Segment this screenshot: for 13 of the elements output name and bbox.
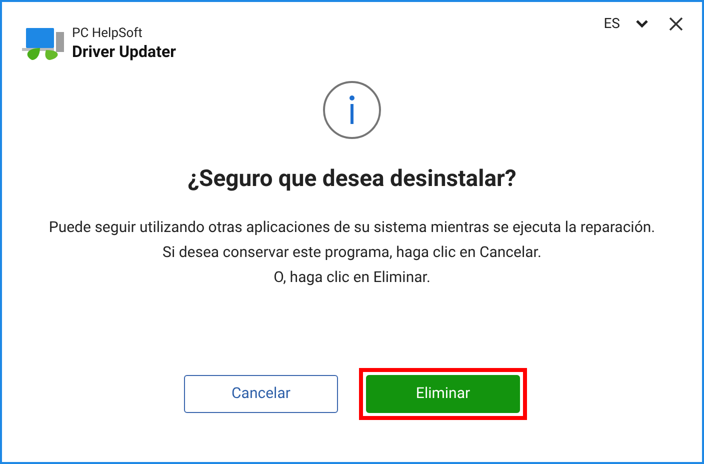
message-text: Si desea conservar este programa, haga clic en Cancelar. — [162, 242, 542, 262]
computer-leaf-icon — [20, 26, 66, 62]
remove-button[interactable]: Eliminar — [366, 374, 520, 412]
message-text: Puede seguir utilizando otras aplicaciones de su sistema mientras se ejecuta la reparación. — [48, 216, 656, 238]
language-selector[interactable]: ES — [598, 14, 654, 34]
cancel-button[interactable]: Cancelar — [184, 374, 338, 412]
product-name: Driver Updater — [72, 42, 176, 62]
message-text: O, haga clic en Eliminar. — [274, 266, 430, 288]
info-icon — [322, 80, 382, 140]
dialog-title: ¿Seguro que desea desinstalar? — [188, 164, 516, 194]
chevron-down-icon — [636, 20, 648, 28]
close-icon — [669, 17, 683, 31]
brand-name: PC HelpSoft — [72, 26, 144, 42]
